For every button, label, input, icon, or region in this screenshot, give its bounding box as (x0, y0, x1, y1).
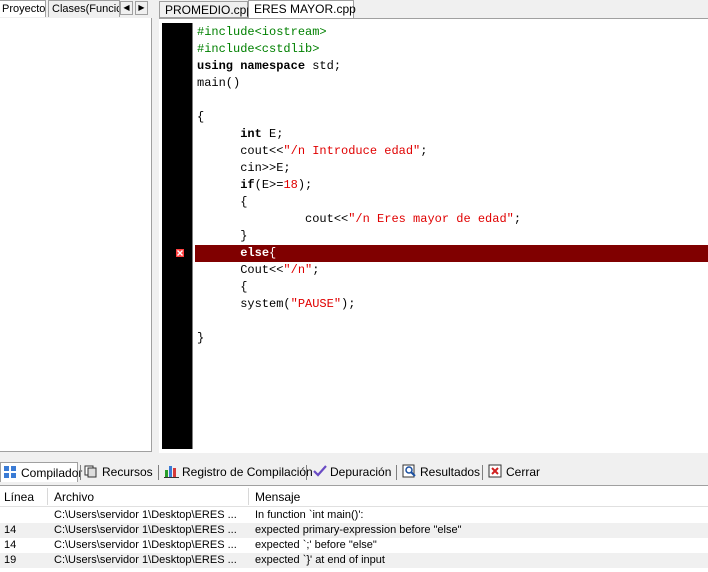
tab-depuracion-label: Depuración (330, 465, 392, 479)
error-marker-icon (176, 249, 184, 257)
code-line[interactable]: using namespace std; (197, 58, 341, 75)
code-line[interactable]: cin>>E; (197, 160, 290, 177)
column-header-archivo[interactable]: Archivo (50, 486, 248, 506)
code-line[interactable]: system("PAUSE"); (197, 296, 355, 313)
code-line[interactable]: int E; (197, 126, 283, 143)
message-text-cell: In function `int main()': (255, 509, 364, 521)
code-line[interactable]: if(E>=18); (197, 177, 312, 194)
message-file-cell: C:\Users\servidor 1\Desktop\ERES ... (54, 509, 237, 521)
compiler-messages-list[interactable]: Línea Archivo Mensaje C:\Users\servidor … (0, 485, 708, 572)
checkmark-icon (313, 465, 327, 477)
column-header-mensaje[interactable]: Mensaje (251, 486, 551, 506)
arrow-left-icon: ◀ (123, 3, 130, 12)
tab-separator (482, 465, 483, 480)
code-line[interactable]: #include<iostream> (197, 24, 327, 41)
column-header-linea[interactable]: Línea (0, 486, 48, 506)
message-row[interactable]: 19 C:\Users\servidor 1\Desktop\ERES ... ex… (0, 553, 708, 568)
resources-icon (84, 465, 97, 478)
code-line[interactable]: cout<<"/n Introduce edad"; (197, 143, 427, 160)
tab-clases[interactable]: Clases(Funcic (48, 0, 120, 17)
tab-cerrar-label: Cerrar (506, 465, 541, 479)
message-text-cell: expected primary-expression before "else… (255, 524, 462, 536)
left-panel-tabs: Proyecto Clases(Funcic ◀ ▶ (0, 0, 153, 18)
tab-resultados[interactable]: Resultados (400, 462, 480, 482)
tab-compilador[interactable]: Compilador (0, 462, 82, 482)
tabs-scroll-right-button[interactable]: ▶ (135, 1, 148, 15)
tab-registro-compilacion[interactable]: Registro de Compilación (162, 462, 313, 482)
code-line[interactable]: #include<cstdlib> (197, 41, 319, 58)
project-tree[interactable] (0, 18, 152, 452)
tab-proyecto[interactable]: Proyecto (0, 0, 46, 17)
message-text-cell: expected `}' at end of input (255, 554, 385, 566)
column-separator (248, 488, 249, 505)
tab-recursos[interactable]: Recursos (82, 462, 156, 482)
tab-compilador-label: Compilador (21, 466, 83, 480)
tab-separator (396, 465, 397, 480)
code-line[interactable]: { (197, 194, 247, 211)
message-file-cell: C:\Users\servidor 1\Desktop\ERES ... (54, 524, 237, 536)
tab-registro-label: Registro de Compilación (182, 465, 313, 479)
code-line[interactable]: Cout<<"/n"; (197, 262, 319, 279)
tab-resultados-label: Resultados (420, 465, 481, 479)
bottom-tabs: Compilador Recursos Registro de Compilac… (0, 462, 708, 484)
message-line-cell: 14 (4, 539, 17, 551)
code-line[interactable]: { (197, 279, 247, 296)
file-tabs: PROMEDIO.cpp ERES MAYOR.cpp (159, 0, 708, 18)
arrow-right-icon: ▶ (138, 3, 145, 12)
tab-separator (306, 465, 307, 480)
message-row[interactable]: 14 C:\Users\servidor 1\Desktop\ERES ... ex… (0, 538, 708, 553)
tab-promedio-cpp[interactable]: PROMEDIO.cpp (159, 1, 253, 18)
bar-chart-icon (164, 466, 179, 478)
message-file-cell: C:\Users\servidor 1\Desktop\ERES ... (54, 539, 237, 551)
code-line[interactable]: main() (197, 75, 240, 92)
tab-separator (158, 465, 159, 480)
close-icon (488, 464, 502, 478)
left-panel: Proyecto Clases(Funcic ◀ ▶ (0, 0, 153, 452)
editor-gutter[interactable] (162, 23, 192, 449)
tab-eres-mayor-cpp[interactable]: ERES MAYOR.cpp (248, 0, 356, 18)
message-row[interactable]: C:\Users\servidor 1\Desktop\ERES ... In f… (0, 508, 708, 523)
gutter-divider (192, 23, 193, 449)
message-line-cell: 19 (4, 554, 17, 566)
message-row[interactable]: 14 C:\Users\servidor 1\Desktop\ERES ... ex… (0, 523, 708, 538)
message-line-cell: 14 (4, 524, 17, 536)
tab-cerrar[interactable]: Cerrar (486, 462, 546, 482)
tab-separator (80, 465, 81, 480)
tab-depuracion[interactable]: Depuración (310, 462, 394, 482)
code-text[interactable]: #include<iostream> #include<cstdlib> using… (197, 24, 708, 453)
message-text-cell: expected `;' before "else" (255, 539, 377, 551)
message-file-cell: C:\Users\servidor 1\Desktop\ERES ... (54, 554, 237, 566)
tabs-scroll-left-button[interactable]: ◀ (120, 1, 133, 15)
code-line[interactable]: } (197, 330, 204, 347)
code-line[interactable]: } (197, 228, 247, 245)
tab-recursos-label: Recursos (102, 465, 153, 479)
code-line[interactable]: { (197, 109, 204, 126)
code-line[interactable]: cout<<"/n Eres mayor de edad"; (197, 211, 521, 228)
messages-header: Línea Archivo Mensaje (0, 486, 708, 507)
code-editor[interactable]: #include<iostream> #include<cstdlib> using… (159, 18, 708, 453)
column-separator (47, 488, 48, 505)
code-line[interactable]: else{ (197, 245, 276, 262)
compiler-grid-icon (4, 466, 16, 478)
magnifier-icon (402, 464, 416, 478)
